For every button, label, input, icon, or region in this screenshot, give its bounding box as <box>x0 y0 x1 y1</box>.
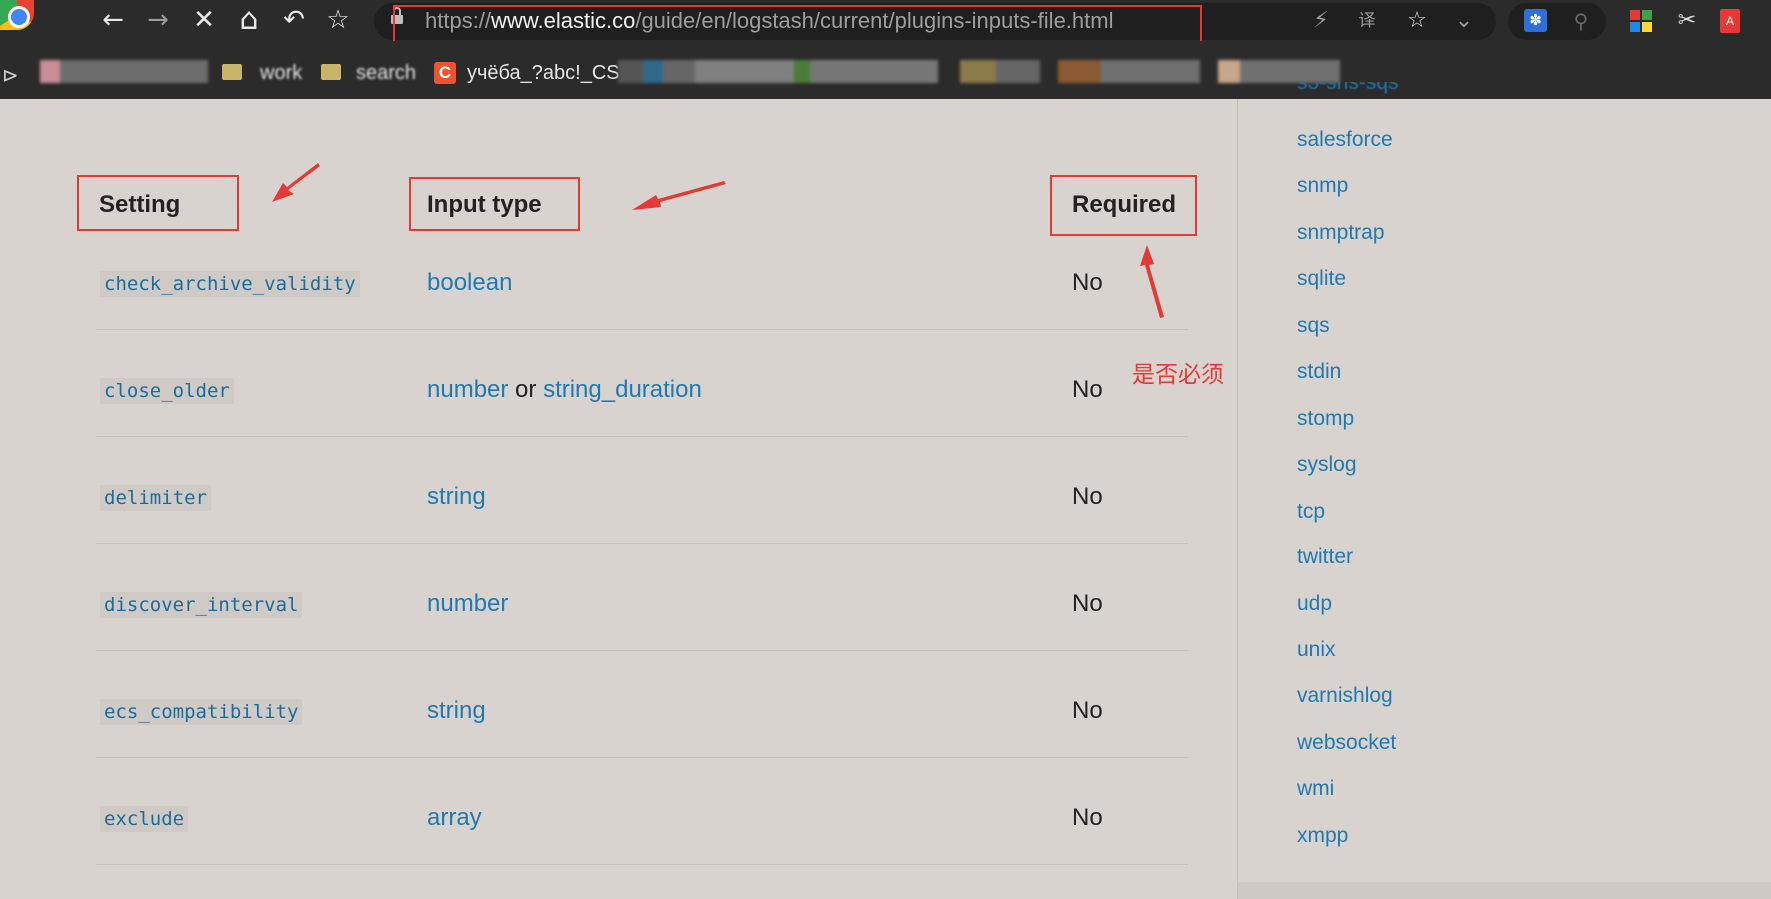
csl-icon: C <box>434 62 456 84</box>
bookmark-blurred[interactable] <box>960 60 1040 83</box>
row-divider <box>96 864 1188 865</box>
required-value: No <box>1072 483 1103 510</box>
setting-name[interactable]: check_archive_validity <box>100 271 360 297</box>
row-divider <box>96 543 1188 544</box>
sidebar-link-label: s3-sns-sqs <box>1297 82 1399 94</box>
input-type-link[interactable]: number <box>427 590 508 618</box>
sidebar-link-tcp[interactable]: tcp <box>1297 500 1325 524</box>
scissors-icon[interactable]: ✂ <box>1672 6 1702 36</box>
input-type-link[interactable]: array <box>427 804 482 832</box>
input-type-link[interactable]: number <box>427 376 508 403</box>
home-icon[interactable]: ⌂ <box>233 4 265 36</box>
sidebar-link-twitter[interactable]: twitter <box>1297 545 1353 569</box>
bookmark-csl[interactable]: учёба_?abc!_CSL <box>467 62 631 85</box>
back-icon[interactable]: ← <box>97 4 129 36</box>
input-type-link[interactable]: string <box>427 483 486 511</box>
bookmark-blurred[interactable] <box>618 60 938 83</box>
input-type-highlight-box <box>409 177 580 231</box>
folder-icon <box>222 64 242 80</box>
setting-name[interactable]: ecs_compatibility <box>100 699 303 725</box>
sidebar-link-salesforce[interactable]: salesforce <box>1297 128 1393 152</box>
sidebar-link-sqs[interactable]: sqs <box>1297 314 1330 338</box>
sidebar-link-snmptrap[interactable]: snmptrap <box>1297 221 1385 245</box>
flash-icon[interactable]: ⚡ <box>1306 6 1336 36</box>
pdf-icon[interactable]: A <box>1720 9 1740 33</box>
row-divider <box>96 650 1188 651</box>
bookmark-blurred[interactable] <box>1218 60 1340 83</box>
search-icon[interactable]: ⚲ <box>1566 6 1596 36</box>
reload-icon[interactable]: ↶ <box>278 4 310 36</box>
folder-icon <box>321 64 341 80</box>
translate-icon[interactable]: 译 <box>1352 6 1382 36</box>
sidebar-link-stdin[interactable]: stdin <box>1297 360 1341 384</box>
sidebar-link-udp[interactable]: udp <box>1297 592 1332 616</box>
setting-name[interactable]: close_older <box>100 378 234 404</box>
setting-highlight-box <box>77 175 239 231</box>
row-divider <box>96 436 1188 437</box>
sidebar-link-unix[interactable]: unix <box>1297 638 1336 662</box>
type-joiner: or <box>515 376 537 403</box>
sidebar-link-websocket[interactable]: websocket <box>1297 731 1396 755</box>
stop-loading-icon[interactable]: ✕ <box>188 4 220 36</box>
bookmark-star-icon[interactable]: ☆ <box>322 4 354 36</box>
bookmark-work[interactable]: work <box>260 62 302 85</box>
input-type-link[interactable]: boolean <box>427 269 512 297</box>
sidebar-link-varnishlog[interactable]: varnishlog <box>1297 684 1393 708</box>
required-value: No <box>1072 697 1103 724</box>
favorite-star-icon[interactable]: ☆ <box>1402 6 1432 36</box>
annotation-required-note: 是否必须 <box>1132 362 1224 388</box>
bookmarks-arrow-icon[interactable]: ⊳ <box>2 63 19 87</box>
setting-name[interactable]: delimiter <box>100 485 211 511</box>
sidebar-link-xmpp[interactable]: xmpp <box>1297 824 1348 848</box>
forward-icon[interactable]: → <box>142 4 174 36</box>
bookmark-blurred[interactable] <box>40 60 208 83</box>
setting-name[interactable]: discover_interval <box>100 592 303 618</box>
bookmark-search[interactable]: search <box>356 62 416 85</box>
required-value: No <box>1072 269 1103 296</box>
sidebar-link-wmi[interactable]: wmi <box>1297 777 1334 801</box>
required-value: No <box>1072 376 1103 403</box>
sidebar-link-partial[interactable]: s3-sns-sqs <box>1297 82 1497 99</box>
sidebar-link-stomp[interactable]: stomp <box>1297 407 1354 431</box>
sidebar-link-syslog[interactable]: syslog <box>1297 453 1357 477</box>
baidu-icon[interactable]: ✽ <box>1524 9 1547 32</box>
sidebar-footer <box>1237 882 1771 899</box>
required-value: No <box>1072 590 1103 617</box>
sidebar-nav <box>1237 99 1771 882</box>
required-value: No <box>1072 804 1103 831</box>
sidebar-link-snmp[interactable]: snmp <box>1297 174 1348 198</box>
setting-name[interactable]: exclude <box>100 806 189 832</box>
sidebar-link-sqlite[interactable]: sqlite <box>1297 267 1346 291</box>
chevron-down-icon[interactable]: ⌄ <box>1449 6 1479 36</box>
apps-grid-icon[interactable] <box>1630 10 1652 32</box>
input-type-link[interactable]: string_duration <box>543 376 702 403</box>
row-divider <box>96 329 1188 330</box>
input-type-link[interactable]: string <box>427 697 486 725</box>
input-type-cell: number or string_duration <box>427 376 702 404</box>
bookmark-blurred[interactable] <box>1058 60 1200 83</box>
required-highlight-box <box>1050 175 1197 236</box>
row-divider <box>96 757 1188 758</box>
